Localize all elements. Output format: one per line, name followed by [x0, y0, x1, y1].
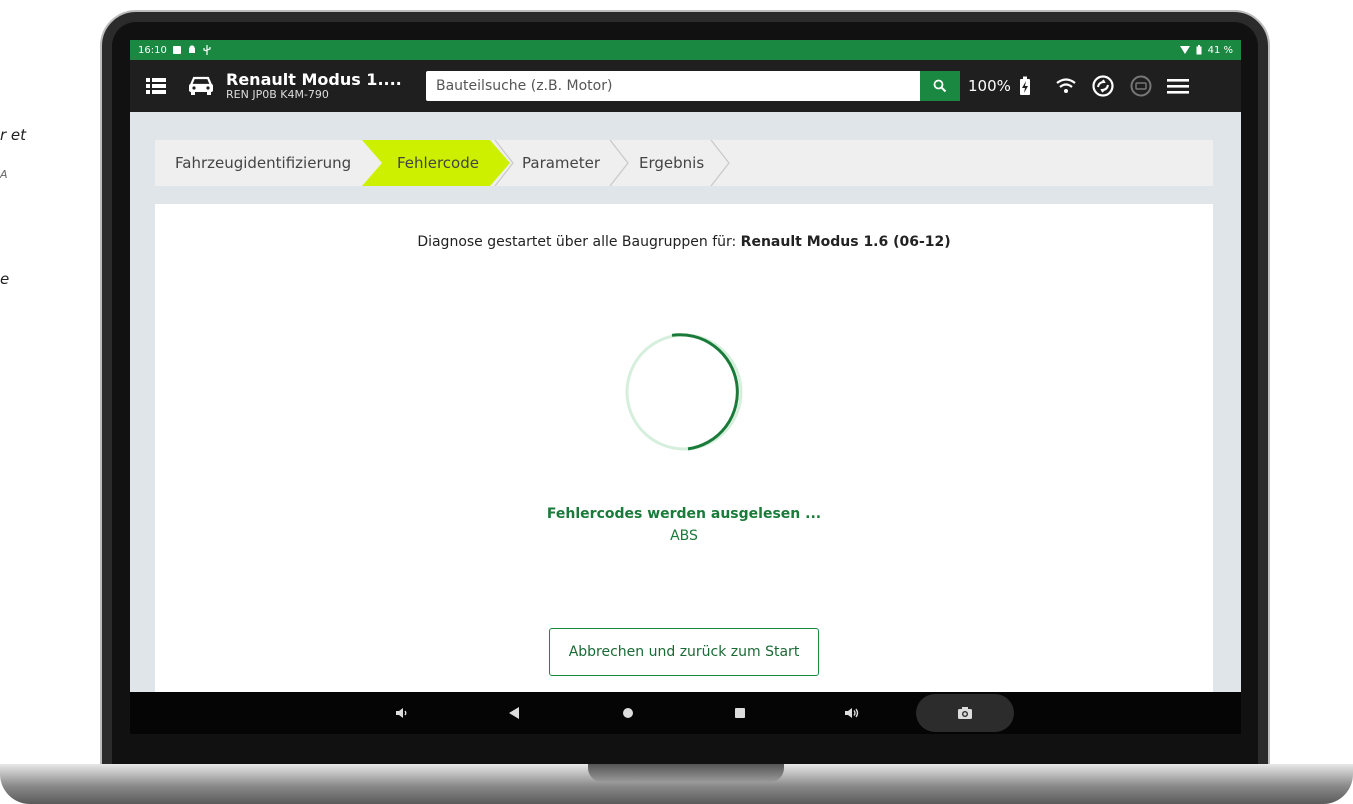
obd-adapter-icon[interactable]	[1129, 74, 1153, 98]
tablet-screen: 16:10 41 % Renault Modus 1.... REN JP0B …	[130, 40, 1241, 734]
edge-text-2: A	[0, 168, 8, 181]
back-icon[interactable]	[502, 692, 526, 734]
home-icon[interactable]	[616, 692, 640, 734]
list-menu-icon[interactable]	[146, 77, 166, 95]
edge-text-1: r et	[0, 126, 27, 144]
step-vehicle-identification[interactable]: Fahrzeugidentifizierung	[175, 140, 351, 186]
volume-down-icon[interactable]	[390, 692, 414, 734]
recents-icon[interactable]	[728, 692, 752, 734]
battery-percent: 41 %	[1207, 44, 1233, 56]
app-bar: Renault Modus 1.... REN JP0B K4M-790 100…	[130, 60, 1241, 112]
sync-icon[interactable]	[1091, 74, 1115, 98]
vehicle-name: Renault Modus 1....	[226, 69, 402, 89]
headline-prefix: Diagnose gestartet über alle Baugruppen …	[417, 234, 741, 250]
vehicle-selector[interactable]: Renault Modus 1.... REN JP0B K4M-790	[188, 69, 402, 101]
edge-text-3: e	[0, 270, 10, 288]
diagnosis-steps: Fahrzeugidentifizierung Fehlercode Param…	[155, 140, 1213, 186]
hamburger-menu-icon[interactable]	[1166, 78, 1189, 94]
loading-spinner	[625, 333, 743, 451]
diagnosis-headline: Diagnose gestartet über alle Baugruppen …	[155, 234, 1213, 250]
component-search	[426, 71, 960, 101]
diagnosis-card: Diagnose gestartet über alle Baugruppen …	[155, 204, 1213, 704]
wifi-icon[interactable]	[1055, 78, 1077, 94]
laptop-base-notch	[588, 764, 784, 782]
cancel-button[interactable]: Abbrechen und zurück zum Start	[549, 628, 819, 676]
usb-icon	[203, 45, 211, 55]
signal-icon	[1179, 46, 1190, 54]
stage: r et A e 16:10 41 % Renault Modus 1.... …	[0, 0, 1353, 804]
charge-percent: 100%	[968, 77, 1011, 95]
vehicle-code: REN JP0B K4M-790	[226, 87, 329, 101]
search-button[interactable]	[920, 71, 960, 101]
step-error-code[interactable]: Fehlercode	[397, 140, 479, 186]
step-result[interactable]: Ergebnis	[639, 140, 704, 186]
app-bar-tools: 100%	[968, 60, 1189, 112]
car-icon	[189, 76, 213, 95]
battery-status-icon	[1196, 45, 1202, 55]
battery-charging-icon	[1019, 76, 1030, 95]
screenshot-button[interactable]	[916, 694, 1014, 732]
android-icon	[188, 45, 195, 53]
status-time: 16:10	[138, 44, 167, 56]
component-search-input[interactable]	[426, 71, 920, 101]
volume-up-icon[interactable]	[840, 692, 864, 734]
navigation-bar	[130, 692, 1241, 734]
step-parameter[interactable]: Parameter	[522, 140, 600, 186]
image-notification-icon	[172, 46, 181, 54]
camera-icon	[958, 707, 972, 719]
current-module: ABS	[670, 528, 698, 544]
reading-status: Fehlercodes werden ausgelesen ...	[546, 506, 822, 522]
search-icon	[933, 79, 947, 93]
status-bar: 16:10 41 %	[130, 40, 1241, 60]
headline-vehicle: Renault Modus 1.6 (06-12)	[740, 234, 951, 250]
